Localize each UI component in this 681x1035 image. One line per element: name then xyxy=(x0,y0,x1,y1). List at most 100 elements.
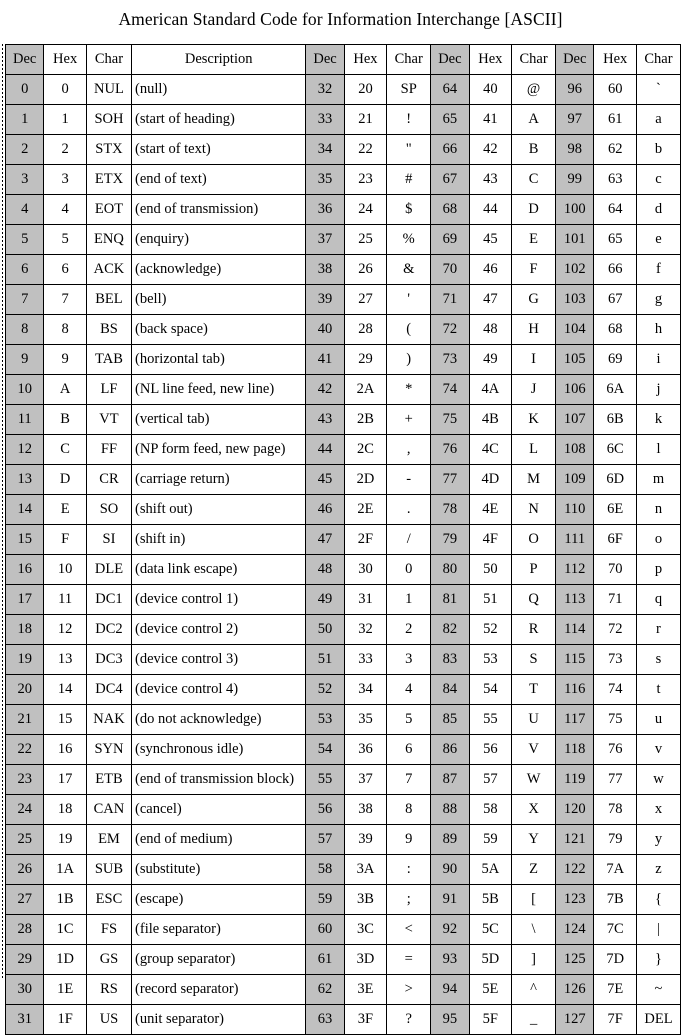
table-row: 13 D CR (carriage return) 45 2D -77 4D M 109 6D m xyxy=(4,464,681,495)
cell-dec-group1: 7 xyxy=(4,284,45,315)
cell-dec-group2: 53 xyxy=(305,704,345,735)
cell-char-group3: M xyxy=(511,464,557,495)
cell-hex-group1: F xyxy=(43,524,87,555)
cell-char-group1: ETX xyxy=(85,164,133,195)
cell-hex-group4: 76 xyxy=(593,734,637,765)
cell-hex-group3: 57 xyxy=(468,764,513,795)
cell-dec-group3: 65 xyxy=(430,104,470,135)
cell-char-group1: ENQ xyxy=(85,224,133,255)
cell-hex-group1: 7 xyxy=(43,284,87,315)
cell-dec-group4: 103 xyxy=(555,284,595,315)
cell-char-group3: Y xyxy=(511,824,557,855)
cell-char-group4: w xyxy=(635,764,681,795)
cell-dec-group1: 2 xyxy=(4,134,45,165)
cell-char-group4: ` xyxy=(635,74,681,105)
cell-char-group1: US xyxy=(85,1004,133,1035)
cell-hex-group2: 20 xyxy=(343,74,388,105)
cell-dec-group1: 9 xyxy=(4,344,45,375)
cell-dec-group3: 75 xyxy=(430,404,470,435)
cell-char-group4: j xyxy=(635,374,681,405)
table-row: 3 3 ETX (end of text) 35 23 #67 43 C 99 63 c xyxy=(4,164,681,195)
header-hex-group1: Hex xyxy=(43,44,87,75)
cell-dec-group2: 43 xyxy=(305,404,345,435)
cell-hex-group3: 52 xyxy=(468,614,513,645)
cell-dec-group4: 101 xyxy=(555,224,595,255)
cell-char-group2: 0 xyxy=(386,554,432,585)
cell-char-group1: ACK xyxy=(85,254,133,285)
cell-description: (bell) xyxy=(131,284,307,315)
cell-char-group1: CR xyxy=(85,464,133,495)
cell-char-group2: * xyxy=(386,374,432,405)
cell-dec-group1: 27 xyxy=(4,884,45,915)
cell-char-group3: [ xyxy=(511,884,557,915)
cell-char-group3: _ xyxy=(511,1004,557,1035)
table-header: Dec Hex Char Description Dec Hex Char De… xyxy=(4,44,681,75)
header-char-group2: Char xyxy=(386,44,432,75)
cell-hex-group2: 3E xyxy=(343,974,388,1005)
cell-dec-group3: 87 xyxy=(430,764,470,795)
table-row: 4 4 EOT (end of transmission) 36 24 $68 44 D 100 6… xyxy=(4,194,681,225)
cell-char-group2: . xyxy=(386,494,432,525)
cell-dec-group2: 61 xyxy=(305,944,345,975)
cell-hex-group3: 59 xyxy=(468,824,513,855)
cell-dec-group4: 106 xyxy=(555,374,595,405)
cell-description: (enquiry) xyxy=(131,224,307,255)
cell-dec-group3: 85 xyxy=(430,704,470,735)
cell-dec-group3: 67 xyxy=(430,164,470,195)
cell-hex-group3: 56 xyxy=(468,734,513,765)
cell-hex-group3: 5B xyxy=(468,884,513,915)
cell-char-group2: 1 xyxy=(386,584,432,615)
cell-char-group4: i xyxy=(635,344,681,375)
cell-hex-group3: 5A xyxy=(468,854,513,885)
cell-char-group3: I xyxy=(511,344,557,375)
page-title: American Standard Code for Information I… xyxy=(118,9,563,29)
cell-description: (file separator) xyxy=(131,914,307,945)
cell-hex-group3: 51 xyxy=(468,584,513,615)
cell-dec-group4: 109 xyxy=(555,464,595,495)
cell-char-group2: , xyxy=(386,434,432,465)
cell-dec-group1: 24 xyxy=(4,794,45,825)
cell-char-group4: l xyxy=(635,434,681,465)
cell-hex-group2: 33 xyxy=(343,644,388,675)
cell-hex-group1: 11 xyxy=(43,584,87,615)
cell-dec-group2: 41 xyxy=(305,344,345,375)
cell-hex-group4: 62 xyxy=(593,134,637,165)
cell-dec-group4: 114 xyxy=(555,614,595,645)
cell-hex-group3: 4D xyxy=(468,464,513,495)
table-row: 24 18 CAN (cancel) 56 38 8 88 58 X 120 78 x xyxy=(4,794,681,825)
cell-dec-group2: 34 xyxy=(305,134,345,165)
cell-char-group2: SP xyxy=(386,74,432,105)
cell-char-group3: L xyxy=(511,434,557,465)
cell-char-group4: o xyxy=(635,524,681,555)
cell-hex-group2: 28 xyxy=(343,314,388,345)
cell-hex-group4: 61 xyxy=(593,104,637,135)
cell-description: (start of heading) xyxy=(131,104,307,135)
cell-hex-group4: 6C xyxy=(593,434,637,465)
cell-hex-group1: 1F xyxy=(43,1004,87,1035)
cell-dec-group1: 16 xyxy=(4,554,45,585)
header-dec-group4: Dec xyxy=(555,44,595,75)
cell-hex-group1: 10 xyxy=(43,554,87,585)
cell-char-group2: > xyxy=(386,974,432,1005)
cell-hex-group1: A xyxy=(43,374,87,405)
cell-char-group1: SO xyxy=(85,494,133,525)
cell-hex-group4: 7F xyxy=(593,1004,637,1035)
cell-char-group3: B xyxy=(511,134,557,165)
cell-char-group1: BEL xyxy=(85,284,133,315)
cell-hex-group1: B xyxy=(43,404,87,435)
cell-description: (do not acknowledge) xyxy=(131,704,307,735)
cell-hex-group1: 19 xyxy=(43,824,87,855)
cell-hex-group1: 9 xyxy=(43,344,87,375)
cell-char-group3: O xyxy=(511,524,557,555)
cell-hex-group3: 4E xyxy=(468,494,513,525)
cell-dec-group1: 3 xyxy=(4,164,45,195)
cell-dec-group4: 99 xyxy=(555,164,595,195)
cell-char-group1: NAK xyxy=(85,704,133,735)
cell-dec-group4: 121 xyxy=(555,824,595,855)
cell-char-group1: DC1 xyxy=(85,584,133,615)
cell-hex-group1: 14 xyxy=(43,674,87,705)
cell-char-group4: f xyxy=(635,254,681,285)
cell-dec-group4: 125 xyxy=(555,944,595,975)
cell-char-group1: RS xyxy=(85,974,133,1005)
cell-dec-group3: 73 xyxy=(430,344,470,375)
